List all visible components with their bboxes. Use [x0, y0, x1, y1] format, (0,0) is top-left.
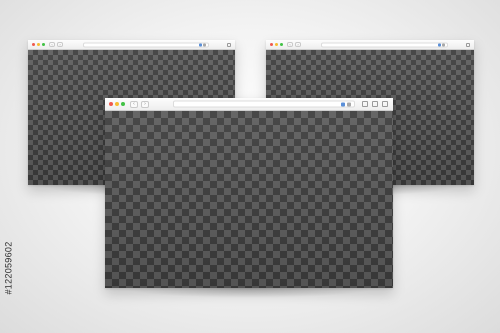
reload-icon[interactable]	[203, 43, 206, 46]
share-icon[interactable]	[372, 101, 378, 107]
minimize-dot-icon[interactable]	[37, 43, 40, 46]
toolbar-tools	[224, 42, 231, 47]
close-dot-icon[interactable]	[270, 43, 273, 46]
minimize-dot-icon[interactable]	[115, 102, 119, 106]
forward-button[interactable]: ›	[141, 100, 149, 108]
toolbar-tools	[463, 42, 470, 47]
traffic-lights	[109, 102, 127, 106]
browser-toolbar: ‹ ›	[105, 98, 393, 111]
minimize-dot-icon[interactable]	[275, 43, 278, 46]
traffic-lights	[32, 43, 47, 46]
close-dot-icon[interactable]	[109, 102, 113, 106]
toolbar-tools	[358, 101, 388, 107]
forward-button[interactable]: ›	[57, 42, 63, 47]
close-dot-icon[interactable]	[32, 43, 35, 46]
forward-button[interactable]: ›	[295, 42, 301, 47]
traffic-lights	[270, 43, 285, 46]
reader-icon[interactable]	[341, 102, 345, 106]
back-button[interactable]: ‹	[49, 42, 55, 47]
settings-icon[interactable]	[362, 101, 368, 107]
back-button[interactable]: ‹	[287, 42, 293, 47]
reader-icon[interactable]	[438, 43, 441, 46]
maximize-dot-icon[interactable]	[121, 102, 125, 106]
browser-toolbar: ‹ ›	[266, 40, 474, 50]
reload-icon[interactable]	[442, 43, 445, 46]
back-button[interactable]: ‹	[130, 100, 138, 108]
maximize-dot-icon[interactable]	[280, 43, 283, 46]
transparent-content-area	[105, 111, 393, 288]
address-bar[interactable]	[173, 100, 355, 108]
window-icon[interactable]	[466, 42, 470, 47]
window-icon[interactable]	[382, 101, 388, 107]
address-bar[interactable]	[83, 42, 209, 47]
maximize-dot-icon[interactable]	[42, 43, 45, 46]
stock-code-label: #122059602	[2, 218, 16, 318]
browser-toolbar: ‹ ›	[28, 40, 235, 50]
stock-code-text: #122059602	[4, 241, 14, 295]
address-bar[interactable]	[321, 42, 448, 47]
reader-icon[interactable]	[199, 43, 202, 46]
reload-icon[interactable]	[347, 102, 351, 106]
browser-window-front: ‹ ›	[105, 98, 393, 298]
window-icon[interactable]	[227, 42, 231, 47]
